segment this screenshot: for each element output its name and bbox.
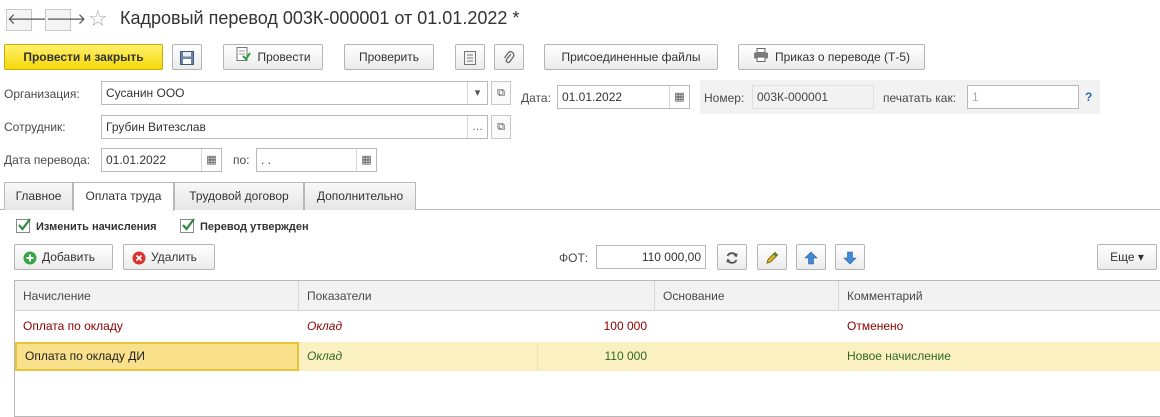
arrow-down-icon <box>843 251 857 265</box>
change-accruals-label: Изменить начисления <box>36 221 157 233</box>
post-button[interactable]: Провести <box>223 44 323 70</box>
arrow-left-icon: 🡐 <box>7 11 48 28</box>
paperclip-icon <box>503 51 515 63</box>
favorite-star-icon[interactable]: ☆ <box>88 6 108 32</box>
delete-button[interactable]: Удалить <box>123 244 215 270</box>
date-label: Дата: <box>521 91 551 105</box>
arrow-up-icon <box>804 251 818 265</box>
document-list-button[interactable] <box>455 44 485 70</box>
arrow-right-icon: 🡒 <box>46 11 87 28</box>
amount-cell[interactable]: 110 000 <box>537 342 655 371</box>
column-header-indicators[interactable]: Показатели <box>299 281 655 311</box>
refresh-icon <box>726 252 738 264</box>
number-field[interactable]: 003К-000001 <box>752 85 874 109</box>
basis-cell[interactable] <box>655 312 839 341</box>
organization-label: Организация: <box>4 87 80 101</box>
indicator-cell[interactable]: Оклад <box>299 342 537 371</box>
recalculate-button[interactable] <box>717 244 747 270</box>
organization-field[interactable]: Сусанин ООО ▾ <box>101 81 488 105</box>
post-and-close-button[interactable]: Провести и закрыть <box>4 44 163 70</box>
page-title: Кадровый перевод 003К-000001 от 01.01.20… <box>120 8 520 28</box>
transfer-approved-checkbox[interactable] <box>180 218 195 233</box>
table-row[interactable]: Оплата по окладу ДИ Оклад 110 000 Новое … <box>15 342 1160 371</box>
pencil-icon <box>766 251 779 264</box>
help-icon[interactable]: ? <box>1085 90 1092 104</box>
column-header-comment[interactable]: Комментарий <box>839 281 1160 311</box>
printer-icon <box>753 46 769 70</box>
print-as-field[interactable]: 1 <box>967 85 1079 109</box>
column-header-basis[interactable]: Основание <box>655 281 839 311</box>
print-as-label: печатать как: <box>883 91 957 105</box>
tab-additional[interactable]: Дополнительно <box>304 182 416 210</box>
column-header-accrual[interactable]: Начисление <box>15 281 299 311</box>
table-row[interactable]: Оплата по окладу Оклад 100 000 Отменено <box>15 312 1160 341</box>
chevron-down-icon[interactable]: ▾ <box>467 82 487 104</box>
checkmark-icon <box>182 218 195 231</box>
transfer-date-label: Дата перевода: <box>4 153 91 167</box>
tab-payroll[interactable]: Оплата труда <box>73 182 174 211</box>
transfer-date-field[interactable]: 01.01.2022 ▦ <box>101 148 222 172</box>
move-up-button[interactable] <box>796 244 826 270</box>
accrual-cell[interactable]: Оплата по окладу ДИ <box>15 342 299 371</box>
fot-field[interactable]: 110 000,00 <box>596 245 706 269</box>
date-field[interactable]: 01.01.2022 ▦ <box>557 85 690 109</box>
save-button[interactable] <box>172 44 202 70</box>
delete-circle-icon <box>132 251 146 265</box>
employee-label: Сотрудник: <box>4 120 66 134</box>
tab-main[interactable]: Главное <box>4 182 73 210</box>
basis-cell[interactable] <box>655 342 839 371</box>
tab-employment-contract[interactable]: Трудовой договор <box>174 182 304 210</box>
open-icon: ⧉ <box>497 87 505 99</box>
back-button[interactable]: 🡐 <box>6 9 47 31</box>
calendar-icon[interactable]: ▦ <box>201 149 221 171</box>
ellipsis-icon[interactable]: … <box>467 116 487 138</box>
edit-button[interactable] <box>757 244 787 270</box>
transfer-end-date-field[interactable]: . . ▦ <box>256 148 377 172</box>
attach-button[interactable] <box>494 44 524 70</box>
comment-cell[interactable]: Новое начисление <box>839 342 1160 371</box>
calendar-icon[interactable]: ▦ <box>356 149 376 171</box>
more-button[interactable]: Еще ▾ <box>1097 244 1157 270</box>
change-accruals-checkbox[interactable] <box>16 218 31 233</box>
transfer-approved-label: Перевод утвержден <box>200 221 309 233</box>
open-icon: ⧉ <box>497 121 505 133</box>
add-button[interactable]: Добавить <box>14 244 113 270</box>
accrual-cell[interactable]: Оплата по окладу <box>15 312 299 341</box>
open-employee-button[interactable]: ⧉ <box>491 115 511 139</box>
checkmark-icon <box>18 218 31 231</box>
number-label: Номер: <box>704 91 745 105</box>
to-label: по: <box>233 153 250 167</box>
move-down-button[interactable] <box>835 244 865 270</box>
check-button[interactable]: Проверить <box>344 44 434 70</box>
chevron-down-icon: ▾ <box>1137 250 1144 264</box>
floppy-disk-icon <box>180 50 194 65</box>
fot-label: ФОТ: <box>559 251 589 265</box>
attached-files-button[interactable]: Присоединенные файлы <box>544 44 718 70</box>
forward-button[interactable]: 🡒 <box>45 9 86 31</box>
calendar-icon[interactable]: ▦ <box>669 86 689 108</box>
transfer-order-print-button[interactable]: Приказ о переводе (Т-5) <box>738 44 925 70</box>
open-organization-button[interactable]: ⧉ <box>491 81 511 105</box>
post-document-icon <box>235 46 252 70</box>
list-document-icon <box>464 50 476 65</box>
table-header: Начисление Показатели Основание Коммента… <box>15 281 1160 311</box>
employee-field[interactable]: Грубин Витезслав … <box>101 115 488 139</box>
indicator-cell[interactable]: Оклад <box>299 312 537 341</box>
amount-cell[interactable]: 100 000 <box>537 312 655 341</box>
plus-circle-icon <box>23 251 37 265</box>
accruals-table: Начисление Показатели Основание Коммента… <box>14 280 1160 417</box>
comment-cell[interactable]: Отменено <box>839 312 1160 341</box>
